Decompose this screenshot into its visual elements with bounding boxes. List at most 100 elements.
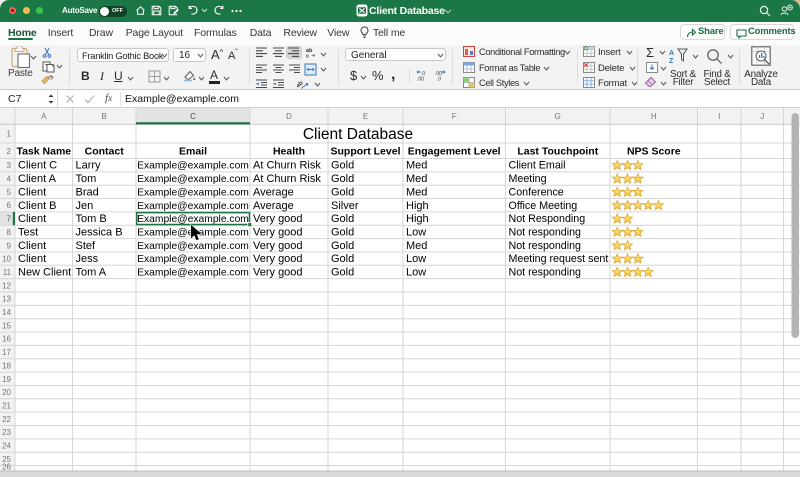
svg-text:Example@example.com: Example@example.com [137, 241, 249, 252]
svg-text:E: E [363, 112, 368, 121]
svg-text:Health: Health [273, 146, 305, 158]
svg-text:c: c [306, 54, 309, 59]
svg-text:Med: Med [406, 186, 427, 198]
svg-text:At Churn Risk: At Churn Risk [253, 173, 321, 185]
svg-text:Tom: Tom [76, 173, 97, 185]
svg-text:5: 5 [7, 188, 12, 197]
svg-text:16: 16 [2, 335, 11, 344]
svg-text:21: 21 [2, 402, 11, 411]
svg-text:15: 15 [2, 321, 11, 330]
svg-text:.0: .0 [437, 77, 441, 82]
svg-text:Example@example.com: Example@example.com [137, 268, 249, 279]
svg-text:3: 3 [7, 161, 12, 170]
svg-text:Task Name: Task Name [16, 146, 71, 158]
svg-text:7: 7 [7, 215, 12, 224]
svg-text:Silver: Silver [331, 200, 359, 212]
svg-text:Meeting: Meeting [509, 173, 547, 185]
svg-text:Not responding: Not responding [509, 226, 582, 238]
svg-text:Example@example.com: Example@example.com [137, 174, 249, 185]
svg-text:Z: Z [669, 58, 674, 64]
svg-text:ab: ab [297, 80, 305, 89]
svg-text:4: 4 [7, 175, 12, 184]
svg-text:9: 9 [7, 241, 12, 250]
svg-text:23: 23 [2, 428, 11, 437]
svg-text:Contact: Contact [85, 146, 125, 158]
svg-text:6: 6 [7, 201, 12, 210]
svg-text:Gold: Gold [331, 173, 354, 185]
svg-text:Very good: Very good [253, 267, 303, 279]
svg-text:Gold: Gold [331, 186, 354, 198]
svg-text:Med: Med [406, 160, 427, 172]
svg-text:F: F [452, 112, 457, 121]
svg-text:A: A [669, 50, 674, 57]
svg-text:H: H [651, 112, 657, 121]
svg-text:Very good: Very good [253, 213, 303, 225]
svg-text:Brad: Brad [76, 186, 99, 198]
svg-text:Client: Client [18, 213, 46, 225]
svg-text:C: C [190, 112, 196, 121]
svg-text:Example@example.com: Example@example.com [137, 161, 249, 172]
svg-text:Client: Client [18, 253, 46, 265]
svg-text:Example@example.com: Example@example.com [137, 187, 249, 198]
svg-text:Gold: Gold [331, 160, 354, 172]
svg-text:A: A [41, 112, 47, 121]
svg-text:18: 18 [2, 361, 11, 370]
svg-text:Client: Client [18, 240, 46, 252]
svg-text:14: 14 [2, 308, 11, 317]
svg-text:10: 10 [2, 255, 11, 264]
svg-text:Example@example.com: Example@example.com [137, 201, 249, 212]
svg-text:Gold: Gold [331, 253, 354, 265]
svg-text:Client A: Client A [18, 173, 57, 185]
svg-text:Email: Email [179, 146, 207, 158]
svg-text:Office Meeting: Office Meeting [509, 200, 578, 212]
svg-text:22: 22 [2, 415, 11, 424]
svg-text:17: 17 [2, 348, 11, 357]
svg-text:D: D [286, 112, 292, 121]
svg-text:Client C: Client C [18, 160, 57, 172]
svg-text:B: B [102, 112, 107, 121]
svg-text:Support Level: Support Level [330, 146, 400, 158]
svg-text:Med: Med [406, 173, 427, 185]
svg-text:NPS Score: NPS Score [627, 146, 681, 158]
svg-text:Larry: Larry [76, 160, 102, 172]
svg-text:Client: Client [18, 186, 46, 198]
svg-text:Very good: Very good [253, 240, 303, 252]
svg-text:Client B: Client B [18, 200, 57, 212]
svg-text:20: 20 [2, 388, 11, 397]
svg-text:Stef: Stef [76, 240, 97, 252]
svg-text:At Churn Risk: At Churn Risk [253, 160, 321, 172]
svg-text:Low: Low [406, 267, 426, 279]
svg-text:24: 24 [2, 442, 11, 451]
svg-text:2: 2 [7, 147, 12, 156]
svg-text:Low: Low [406, 253, 426, 265]
svg-text:Gold: Gold [331, 213, 354, 225]
svg-text:Med: Med [406, 240, 427, 252]
svg-text:Tom B: Tom B [76, 213, 107, 225]
svg-text:Very good: Very good [253, 253, 303, 265]
svg-text:Client Email: Client Email [509, 160, 566, 172]
svg-text:Very good: Very good [253, 226, 303, 238]
svg-text:Gold: Gold [331, 226, 354, 238]
svg-text:J: J [760, 112, 764, 121]
svg-text:High: High [406, 213, 429, 225]
svg-text:Example@example.com: Example@example.com [137, 214, 249, 225]
svg-text:Last Touchpoint: Last Touchpoint [517, 146, 598, 158]
svg-text:Average: Average [253, 200, 294, 212]
svg-text:12: 12 [2, 281, 11, 290]
svg-text:Jessica B: Jessica B [76, 226, 123, 238]
svg-text:11: 11 [3, 268, 12, 277]
svg-text:Average: Average [253, 186, 294, 198]
svg-text:.00: .00 [417, 77, 424, 82]
svg-text:Low: Low [406, 226, 426, 238]
svg-text:Example@example.com: Example@example.com [137, 254, 249, 265]
svg-text:High: High [406, 200, 429, 212]
svg-text:Gold: Gold [331, 267, 354, 279]
svg-text:8: 8 [7, 228, 12, 237]
svg-text:13: 13 [2, 295, 11, 304]
svg-text:Not responding: Not responding [509, 267, 582, 279]
svg-text:19: 19 [2, 375, 11, 384]
svg-text:Meeting request sent: Meeting request sent [509, 253, 609, 265]
svg-text:Conference: Conference [509, 186, 564, 198]
svg-text:1: 1 [7, 130, 12, 139]
svg-text:Client Database: Client Database [303, 126, 413, 143]
